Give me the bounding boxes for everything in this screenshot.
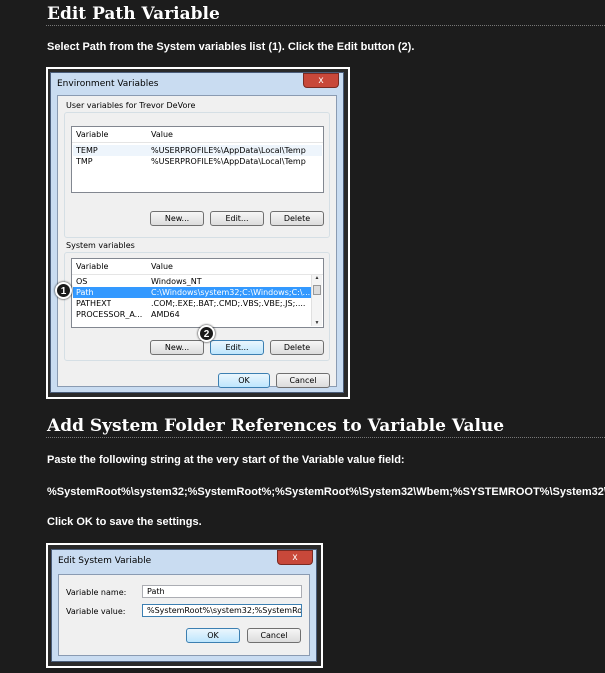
cancel-button[interactable]: Cancel <box>247 628 301 643</box>
variable-value: Windows_NT <box>151 277 202 286</box>
close-icon[interactable]: x <box>277 550 313 565</box>
scroll-up-icon[interactable]: ▲ <box>312 275 322 281</box>
system-delete-button[interactable]: Delete <box>270 340 324 355</box>
variable-name: Path <box>76 288 94 297</box>
ok-button[interactable]: OK <box>186 628 240 643</box>
variable-value-field[interactable]: %SystemRoot%\system32;%SystemRoot% <box>142 604 302 617</box>
variable-value: .COM;.EXE;.BAT;.CMD;.VBS;.VBE;.JS;.... <box>151 299 306 308</box>
system-variables-label: System variables <box>66 241 135 250</box>
user-variables-label: User variables for Trevor DeVore <box>66 101 196 110</box>
variable-name: TEMP <box>76 146 98 155</box>
variable-name: PATHEXT <box>76 299 112 308</box>
system-edit-button[interactable]: Edit... <box>210 340 264 355</box>
section-heading-add-references: Add System Folder References to Variable… <box>47 416 505 436</box>
column-header-value[interactable]: Value <box>151 262 173 271</box>
edit-system-variable-window: Edit System Variable x Variable name: Pa… <box>51 549 317 662</box>
edit-system-variable-screenshot: Edit System Variable x Variable name: Pa… <box>46 543 323 668</box>
list-item-path-selected[interactable]: Path C:\Windows\system32;C:\Windows;C:\.… <box>73 287 311 298</box>
heading-divider <box>46 437 605 438</box>
ok-button[interactable]: OK <box>218 373 270 388</box>
variable-name-label: Variable name: <box>66 588 127 597</box>
list-header: Variable Value <box>72 259 323 275</box>
dialog-client-area: Variable name: Path Variable value: %Sys… <box>58 574 310 656</box>
scroll-thumb[interactable] <box>313 285 321 295</box>
variable-name: OS <box>76 277 88 286</box>
variable-value: %USERPROFILE%\AppData\Local\Temp <box>151 146 306 155</box>
user-edit-button[interactable]: Edit... <box>210 211 264 226</box>
user-variables-list[interactable]: Variable Value TEMP %USERPROFILE%\AppDat… <box>71 126 324 193</box>
list-item[interactable]: PATHEXT .COM;.EXE;.BAT;.CMD;.VBS;.VBE;.J… <box>73 298 311 309</box>
list-item[interactable]: OS Windows_NT <box>73 276 311 287</box>
list-item[interactable]: TEMP %USERPROFILE%\AppData\Local\Temp <box>73 145 322 156</box>
vertical-scrollbar[interactable]: ▲ ▼ <box>311 275 322 326</box>
dialog-client-area: User variables for Trevor DeVore Variabl… <box>57 95 337 388</box>
list-item[interactable]: TMP %USERPROFILE%\AppData\Local\Temp <box>73 156 322 167</box>
column-header-variable[interactable]: Variable <box>76 262 108 271</box>
variable-value: %USERPROFILE%\AppData\Local\Temp <box>151 157 306 166</box>
list-item[interactable]: PROCESSOR_A... AMD64 <box>73 309 311 320</box>
variable-value: C:\Windows\system32;C:\Windows;C:\... <box>151 288 311 297</box>
instruction-select-path: Select Path from the System variables li… <box>47 41 415 53</box>
user-delete-button[interactable]: Delete <box>270 211 324 226</box>
variable-name: PROCESSOR_A... <box>76 310 143 319</box>
window-title: Environment Variables <box>57 79 159 89</box>
variable-name-field[interactable]: Path <box>142 585 302 598</box>
variable-name: TMP <box>76 157 93 166</box>
step-2-badge: 2 <box>198 325 215 342</box>
column-header-value[interactable]: Value <box>151 130 173 139</box>
path-string: %SystemRoot%\system32;%SystemRoot%;%Syst… <box>47 486 605 498</box>
environment-variables-screenshot: Environment Variables x User variables f… <box>46 67 350 399</box>
instruction-click-ok: Click OK to save the settings. <box>47 516 202 528</box>
close-icon[interactable]: x <box>303 73 339 88</box>
system-variables-list[interactable]: Variable Value OS Windows_NT Path C:\Win… <box>71 258 324 328</box>
user-new-button[interactable]: New... <box>150 211 204 226</box>
environment-variables-window: Environment Variables x User variables f… <box>50 72 344 393</box>
scroll-down-icon[interactable]: ▼ <box>312 320 322 326</box>
instruction-paste: Paste the following string at the very s… <box>47 454 405 466</box>
step-1-badge: 1 <box>55 282 72 299</box>
list-header: Variable Value <box>72 127 323 143</box>
column-header-variable[interactable]: Variable <box>76 130 108 139</box>
variable-value: AMD64 <box>151 310 180 319</box>
heading-divider <box>46 25 605 26</box>
system-new-button[interactable]: New... <box>150 340 204 355</box>
variable-value-label: Variable value: <box>66 607 126 616</box>
section-heading-edit-path: Edit Path Variable <box>47 4 220 24</box>
cancel-button[interactable]: Cancel <box>276 373 330 388</box>
window-title: Edit System Variable <box>58 556 152 566</box>
